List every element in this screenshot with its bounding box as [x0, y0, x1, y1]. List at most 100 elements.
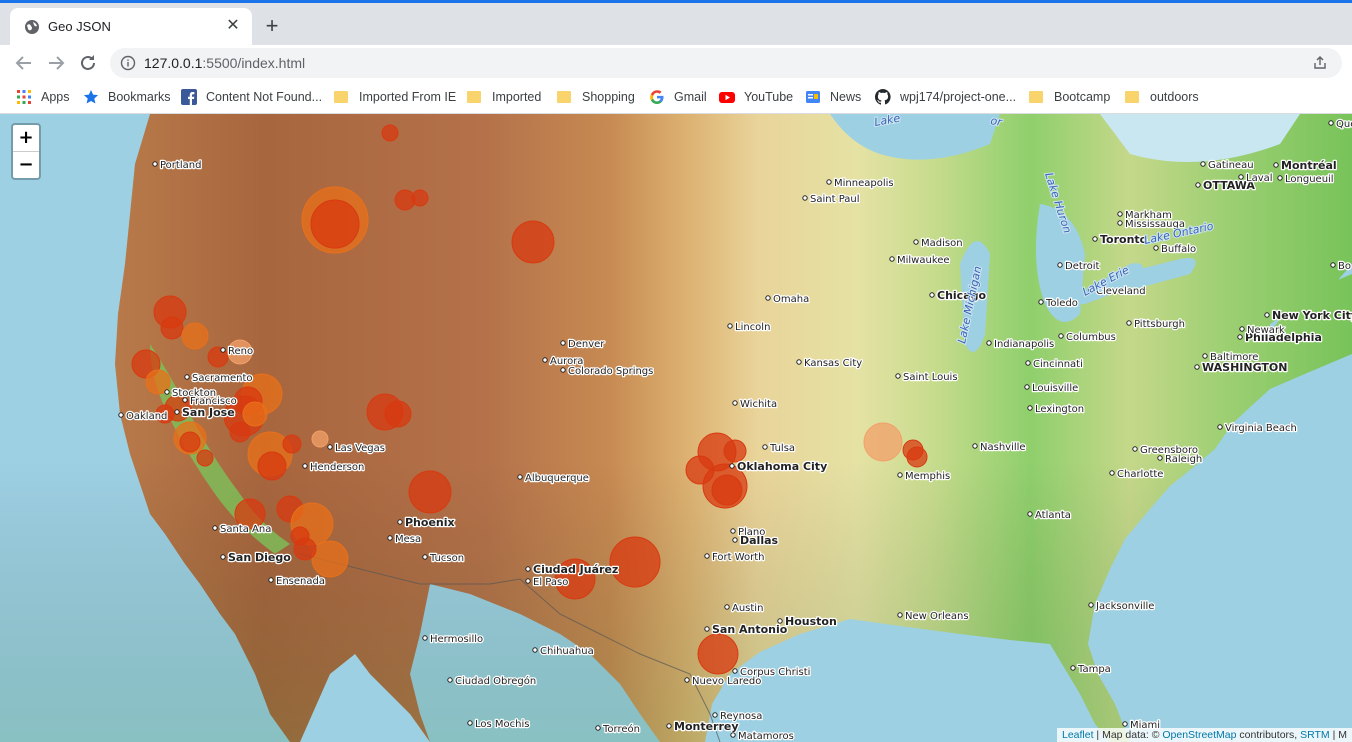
zoom-in-button[interactable]: + [13, 125, 39, 152]
city-label: Matamoros [738, 731, 794, 742]
city-label: New Orleans [905, 611, 969, 622]
city-dot [1194, 364, 1200, 370]
bookmark-content-not-found[interactable]: Content Not Found... [181, 81, 322, 113]
bookmark-apps[interactable]: Apps [16, 81, 70, 113]
bookmark-outdoors[interactable]: outdoors [1125, 81, 1199, 113]
city-label: Lexington [1035, 404, 1084, 415]
city-dot [712, 712, 718, 718]
city-label: Reno [228, 346, 253, 357]
city-label: Wichita [740, 399, 777, 410]
city-label: Santa Ana [220, 524, 271, 535]
city-dot [986, 340, 992, 346]
city-label: Fort Worth [712, 552, 765, 563]
reload-icon[interactable] [77, 52, 99, 74]
bookmark-bookmarks[interactable]: Bookmarks [83, 81, 171, 113]
earthquake-marker[interactable] [408, 470, 452, 514]
earthquake-marker[interactable] [229, 421, 251, 443]
city-label: Phoenix [405, 516, 455, 529]
earthquake-marker[interactable] [906, 446, 928, 468]
city-label: Que [1336, 119, 1352, 130]
earthquake-marker[interactable] [411, 189, 429, 207]
bookmark-github-project[interactable]: wpj174/project-one... [874, 81, 1016, 113]
leaflet-link[interactable]: Leaflet [1062, 729, 1094, 741]
earthquake-marker[interactable] [293, 537, 317, 561]
city-label: Ciudad Obregón [455, 675, 536, 687]
city-label: Montréal [1281, 159, 1337, 172]
city-label: Lincoln [735, 322, 770, 333]
city-label: Sacramento [192, 373, 252, 384]
map-attribution: Leaflet | Map data: © OpenStreetMap cont… [1056, 728, 1352, 742]
earthquake-marker[interactable] [310, 199, 360, 249]
earthquake-marker[interactable] [863, 422, 903, 462]
city-dot [595, 725, 601, 731]
city-dot [1092, 236, 1098, 242]
bookmark-shopping[interactable]: Shopping [557, 81, 635, 113]
bookmark-youtube[interactable]: YouTube [719, 81, 793, 113]
city-dot [1024, 384, 1030, 390]
bookmark-news[interactable]: News [805, 81, 861, 113]
url-text: 127.0.0.1:5500/index.html [144, 55, 306, 71]
google-news-icon [805, 89, 821, 105]
city-dot [268, 577, 274, 583]
earthquake-marker[interactable] [697, 633, 739, 675]
info-icon[interactable] [120, 55, 136, 71]
bookmark-imported-from-ie[interactable]: Imported From IE [334, 81, 456, 113]
earthquake-marker[interactable] [242, 401, 268, 427]
zoom-out-button[interactable]: − [13, 152, 39, 178]
city-label: Charlotte [1117, 469, 1163, 480]
city-dot [972, 443, 978, 449]
earthquake-marker[interactable] [257, 451, 287, 481]
city-dot [704, 626, 710, 632]
facebook-icon [181, 89, 197, 105]
bookmark-bootcamp[interactable]: Bootcamp [1029, 81, 1110, 113]
folder-icon [1029, 89, 1045, 105]
earthquake-marker[interactable] [196, 449, 214, 467]
openstreetmap-link[interactable]: OpenStreetMap [1162, 729, 1236, 741]
city-label: Nuevo Laredo [692, 676, 761, 687]
close-tab-icon[interactable]: ✕ [224, 17, 242, 35]
city-dot [1153, 245, 1159, 251]
city-label: Baltimore [1210, 352, 1258, 363]
earthquake-marker[interactable] [711, 474, 743, 506]
back-arrow-icon[interactable] [13, 52, 35, 74]
earthquake-marker[interactable] [723, 439, 747, 463]
earthquake-marker[interactable] [311, 430, 329, 448]
address-bar[interactable]: 127.0.0.1:5500/index.html [110, 48, 1342, 78]
earthquake-marker[interactable] [181, 322, 209, 350]
new-tab-button[interactable]: + [262, 15, 282, 37]
city-dot [542, 357, 548, 363]
city-dot [1157, 455, 1163, 461]
forward-arrow-icon[interactable] [45, 52, 67, 74]
earthquake-marker[interactable] [282, 434, 302, 454]
city-dot [889, 256, 895, 262]
city-label: San Diego [228, 551, 291, 564]
srtm-link[interactable]: SRTM [1300, 729, 1330, 741]
earthquake-marker[interactable] [384, 400, 412, 428]
leaflet-map[interactable]: Portland Sacramento Stockton Oakland San Jos… [0, 114, 1352, 742]
earthquake-marker[interactable] [609, 536, 661, 588]
city-dot [1027, 511, 1033, 517]
bookmark-gmail[interactable]: Gmail [649, 81, 707, 113]
tab-geo-json[interactable]: Geo JSON ✕ [10, 8, 252, 45]
city-dot [387, 535, 393, 541]
city-label: Cincinnati [1033, 359, 1083, 370]
bookmark-imported[interactable]: Imported [467, 81, 541, 113]
city-dot [525, 566, 531, 572]
city-dot [447, 677, 453, 683]
earthquake-marker[interactable] [179, 431, 201, 453]
city-label: Gatineau [1208, 160, 1254, 171]
city-dot [1088, 602, 1094, 608]
share-icon[interactable] [1312, 55, 1328, 71]
city-dot [724, 604, 730, 610]
earthquake-marker[interactable] [160, 316, 184, 340]
earthquake-marker[interactable] [511, 220, 555, 264]
city-dot [1109, 470, 1115, 476]
city-dot [1239, 326, 1245, 332]
city-dot [913, 239, 919, 245]
city-label: Columbus [1066, 332, 1116, 343]
city-label: Tulsa [769, 443, 795, 454]
city-dot [730, 528, 736, 534]
earthquake-marker[interactable] [381, 124, 399, 142]
lake-label: Lake Michigan [955, 265, 984, 345]
earthquake-marker[interactable] [311, 540, 349, 578]
